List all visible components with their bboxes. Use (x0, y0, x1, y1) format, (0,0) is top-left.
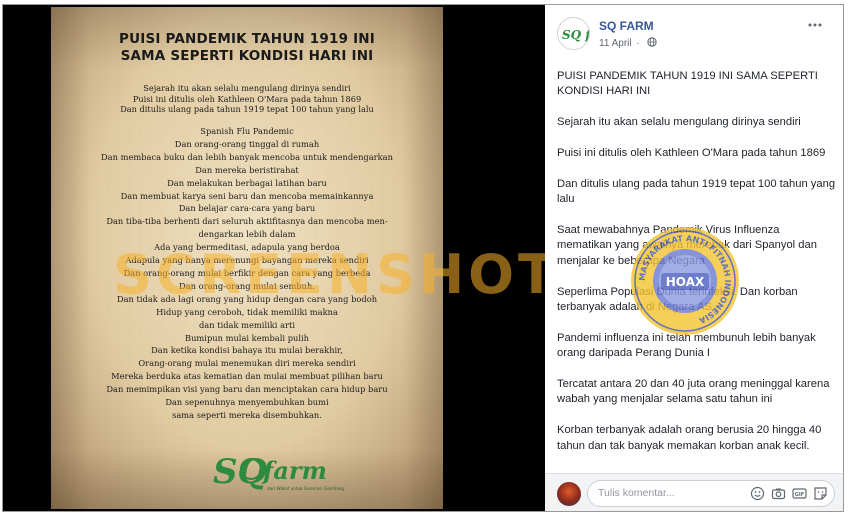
poem-line: Bumipun mulai kembali pulih (184, 332, 309, 343)
poem-line: dengarkan lebih dalam (198, 229, 296, 240)
poem-line: Dan orang-orang mulai sembuh. (179, 280, 315, 291)
avatar-logo-text: SQ farm (562, 28, 590, 42)
svg-text:GIF: GIF (795, 492, 804, 498)
post-paragraph: Korban terbanyak adalah orang berusia 20… (557, 424, 822, 452)
poster-intro-line: Dan ditulis ulang pada tahun 1919 tepat … (120, 104, 374, 115)
comment-input[interactable]: Tulis komentar... GIF (587, 480, 835, 507)
poem-line: Ada yang bermeditasi, adapula yang berdo… (154, 242, 340, 253)
poem-line: sama seperti mereka disembuhkan. (172, 409, 322, 420)
comment-tools: GIF (750, 486, 828, 502)
page-name-link[interactable]: SQ FARM (599, 19, 654, 33)
logo-tagline: dari Wakaf untuk Generasi Gemilang (267, 486, 344, 491)
sticker-icon[interactable] (813, 486, 828, 501)
post-meta: 11 April · (599, 37, 657, 49)
post-paragraph: Tercatat antara 20 dan 40 juta orang men… (557, 378, 830, 406)
poem-line: Dan membaca buku dan lebih banyak mencob… (101, 151, 393, 162)
poem-line: Dan orang-orang tinggal di rumah (174, 138, 320, 149)
poster-intro: Sejarah itu akan selalu mengulang diriny… (51, 83, 443, 115)
logo-wordmark: farm (261, 456, 327, 485)
poster-intro-line: Puisi ini ditulis oleh Kathleen O'Mara p… (132, 93, 362, 104)
poem-line: Dan belajar cara-cara yang baru (178, 203, 316, 214)
poster-intro-line: Sejarah itu akan selalu mengulang diriny… (143, 83, 351, 93)
post-paragraph: Saat mewabahnya Pandemik Virus Influenza… (557, 224, 817, 267)
post-paragraph: Puisi ini ditulis oleh Kathleen O'Mara p… (557, 147, 826, 159)
poem-line: Hidup yang ceroboh, tidak memiliki makna (156, 306, 338, 317)
meta-separator: · (636, 38, 640, 49)
poem-line: Dan orang-orang mulai berfikir dengan ca… (123, 267, 371, 278)
poster-title-line: SAMA SEPERTI KONDISI HARI INI (120, 48, 374, 64)
post-text: PUISI PANDEMIK TAHUN 1919 INI SAMA SEPER… (557, 69, 837, 473)
camera-icon[interactable] (771, 486, 786, 501)
screenshot-frame: PUISI PANDEMIK TAHUN 1919 INI SAMA SEPER… (2, 4, 844, 512)
photo-viewer[interactable]: PUISI PANDEMIK TAHUN 1919 INI SAMA SEPER… (3, 5, 663, 511)
more-options-icon[interactable] (807, 21, 823, 29)
post-paragraph: Seperlima Populasi Dunia terinfeksi. Dan… (557, 285, 798, 314)
poem-poster-image: PUISI PANDEMIK TAHUN 1919 INI SAMA SEPER… (51, 7, 443, 509)
globe-icon (646, 37, 657, 47)
poem-line: dan tidak memiliki arti (199, 319, 295, 330)
poster-title: PUISI PANDEMIK TAHUN 1919 INI SAMA SEPER… (51, 31, 443, 65)
poem-line: Dan memimpikan visi yang baru dan mencip… (106, 384, 388, 395)
post-header: SQ farm SQ FARM 11 April · (557, 17, 827, 53)
poem-line: Dan mereka beristirahat (195, 164, 299, 175)
page-avatar[interactable]: SQ farm (557, 17, 590, 50)
poem-line: Mereka berduka atas kematian dan mulai m… (111, 371, 383, 382)
poem-line: Dan melakukan berbagai latihan baru (167, 177, 327, 188)
poem-text: Spanish Flu Pandemic Dan orang-orang tin… (57, 125, 437, 422)
comment-bar: Tulis komentar... GIF (545, 473, 843, 511)
poem-line: Dan membuat karya seni baru dan mencoba … (120, 190, 374, 201)
post-paragraph: PUISI PANDEMIK TAHUN 1919 INI SAMA SEPER… (557, 70, 818, 98)
post-paragraph: Sejarah itu akan selalu mengulang diriny… (557, 116, 801, 129)
poem-line: Spanish Flu Pandemic (200, 126, 294, 136)
poem-line: Dan sepenuhnya menyembuhkan bumi (165, 397, 329, 408)
gif-icon[interactable]: GIF (792, 486, 807, 501)
post-paragraph: Dan ditulis ulang pada tahun 1919 tepat … (557, 177, 836, 206)
emoji-icon[interactable] (750, 486, 765, 501)
post-paragraph: Pandemi influenza ini telah membunuh leb… (557, 331, 816, 360)
post-date-link[interactable]: 11 April (599, 38, 632, 49)
comment-placeholder: Tulis komentar... (598, 487, 675, 499)
poster-title-line: PUISI PANDEMIK TAHUN 1919 INI (118, 31, 376, 47)
poem-line: Dan ketika kondisi bahaya itu mulai bera… (151, 345, 343, 356)
sq-farm-logo: SQ farm dari Wakaf untuk Generasi Gemila… (213, 452, 344, 492)
logo-letters: SQ (213, 452, 268, 492)
sq-farm-avatar-logo: SQ farm (562, 28, 590, 42)
poem-line: Adapula yang hanya merenungi bayangan me… (125, 255, 369, 266)
poem-line: Dan tiba-tiba berhenti dari seluruh akti… (106, 216, 388, 227)
user-avatar (557, 482, 581, 506)
post-panel: SQ farm SQ FARM 11 April · PUISI PANDEM (545, 5, 843, 511)
poem-line: Orang-orang mulai menemukan diri mereka … (138, 358, 356, 369)
poem-line: Dan tidak ada lagi orang yang hidup deng… (116, 293, 378, 304)
